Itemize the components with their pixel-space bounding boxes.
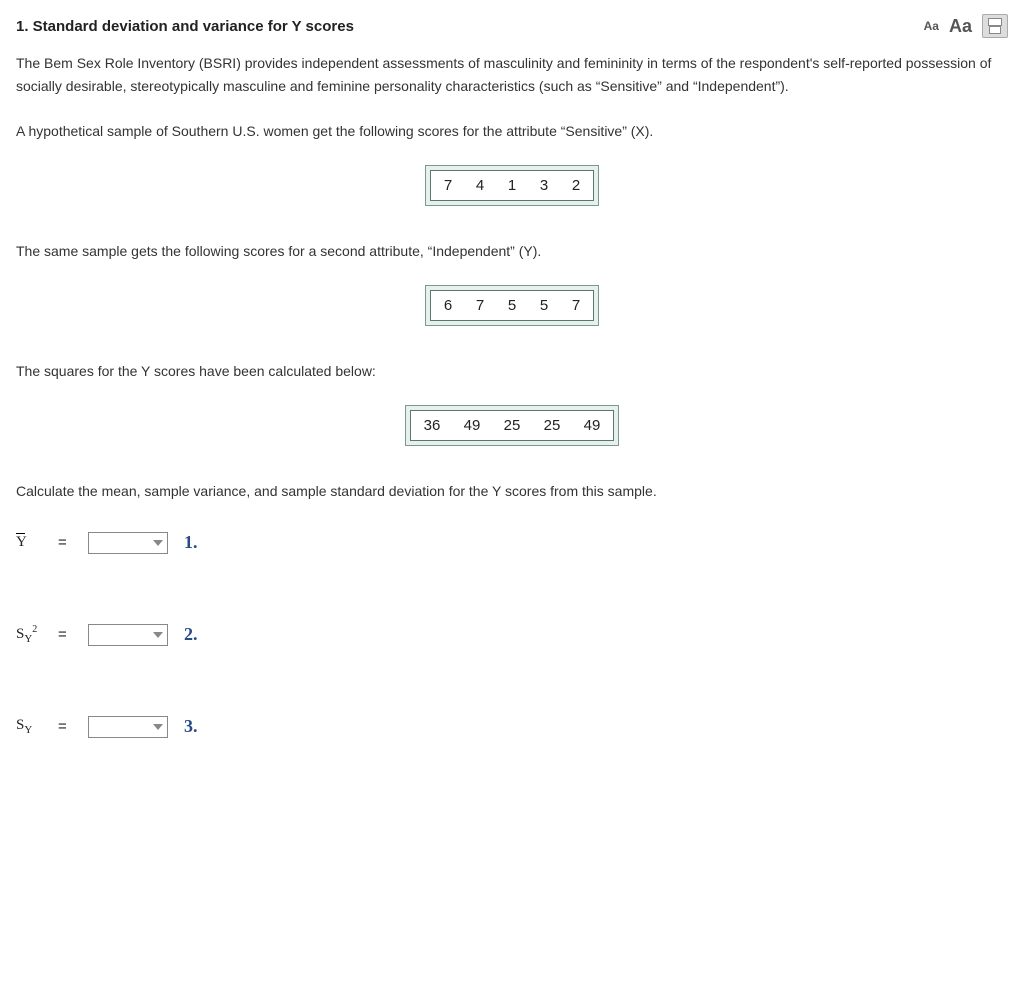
chevron-down-icon bbox=[153, 540, 163, 546]
equals-sign: = bbox=[58, 534, 76, 551]
font-size-large-button[interactable]: Aa bbox=[949, 16, 972, 37]
sample-x-paragraph: A hypothetical sample of Southern U.S. w… bbox=[16, 120, 1008, 143]
chevron-down-icon bbox=[153, 724, 163, 730]
header-controls: Aa Aa bbox=[924, 14, 1008, 38]
mean-row: Y = 1. bbox=[16, 532, 1008, 554]
header-row: 1. Standard deviation and variance for Y… bbox=[16, 14, 1008, 38]
x-score-value: 7 bbox=[441, 177, 455, 194]
y-score-value: 7 bbox=[473, 297, 487, 314]
calculate-paragraph: Calculate the mean, sample variance, and… bbox=[16, 480, 1008, 503]
answer-number-3: 3. bbox=[184, 716, 198, 737]
intro-paragraph: The Bem Sex Role Inventory (BSRI) provid… bbox=[16, 52, 1008, 98]
mean-dropdown[interactable] bbox=[88, 532, 168, 554]
y-square-value: 49 bbox=[461, 417, 483, 434]
sd-dropdown[interactable] bbox=[88, 716, 168, 738]
chevron-down-icon bbox=[153, 632, 163, 638]
y-square-value: 25 bbox=[541, 417, 563, 434]
y-squares-box: 36 49 25 25 49 bbox=[16, 405, 1008, 446]
y-score-value: 5 bbox=[537, 297, 551, 314]
y-score-value: 7 bbox=[569, 297, 583, 314]
answer-number-2: 2. bbox=[184, 624, 198, 645]
y-scores-box: 6 7 5 5 7 bbox=[16, 285, 1008, 326]
x-score-value: 4 bbox=[473, 177, 487, 194]
y-score-value: 5 bbox=[505, 297, 519, 314]
font-size-small-button[interactable]: Aa bbox=[924, 19, 939, 33]
x-score-value: 3 bbox=[537, 177, 551, 194]
x-score-value: 2 bbox=[569, 177, 583, 194]
sample-y-paragraph: The same sample gets the following score… bbox=[16, 240, 1008, 263]
y-square-value: 49 bbox=[581, 417, 603, 434]
squares-paragraph: The squares for the Y scores have been c… bbox=[16, 360, 1008, 383]
variance-row: SY2 = 2. bbox=[16, 624, 1008, 646]
sd-row: SY = 3. bbox=[16, 716, 1008, 738]
print-icon[interactable] bbox=[982, 14, 1008, 38]
sd-symbol: SY bbox=[16, 717, 46, 736]
x-score-value: 1 bbox=[505, 177, 519, 194]
equals-sign: = bbox=[58, 718, 76, 735]
y-square-value: 36 bbox=[421, 417, 443, 434]
variance-dropdown[interactable] bbox=[88, 624, 168, 646]
question-title: 1. Standard deviation and variance for Y… bbox=[16, 18, 354, 35]
y-score-value: 6 bbox=[441, 297, 455, 314]
answer-number-1: 1. bbox=[184, 532, 198, 553]
equals-sign: = bbox=[58, 626, 76, 643]
mean-symbol: Y bbox=[16, 534, 46, 551]
variance-symbol: SY2 bbox=[16, 624, 46, 645]
x-scores-box: 7 4 1 3 2 bbox=[16, 165, 1008, 206]
y-square-value: 25 bbox=[501, 417, 523, 434]
